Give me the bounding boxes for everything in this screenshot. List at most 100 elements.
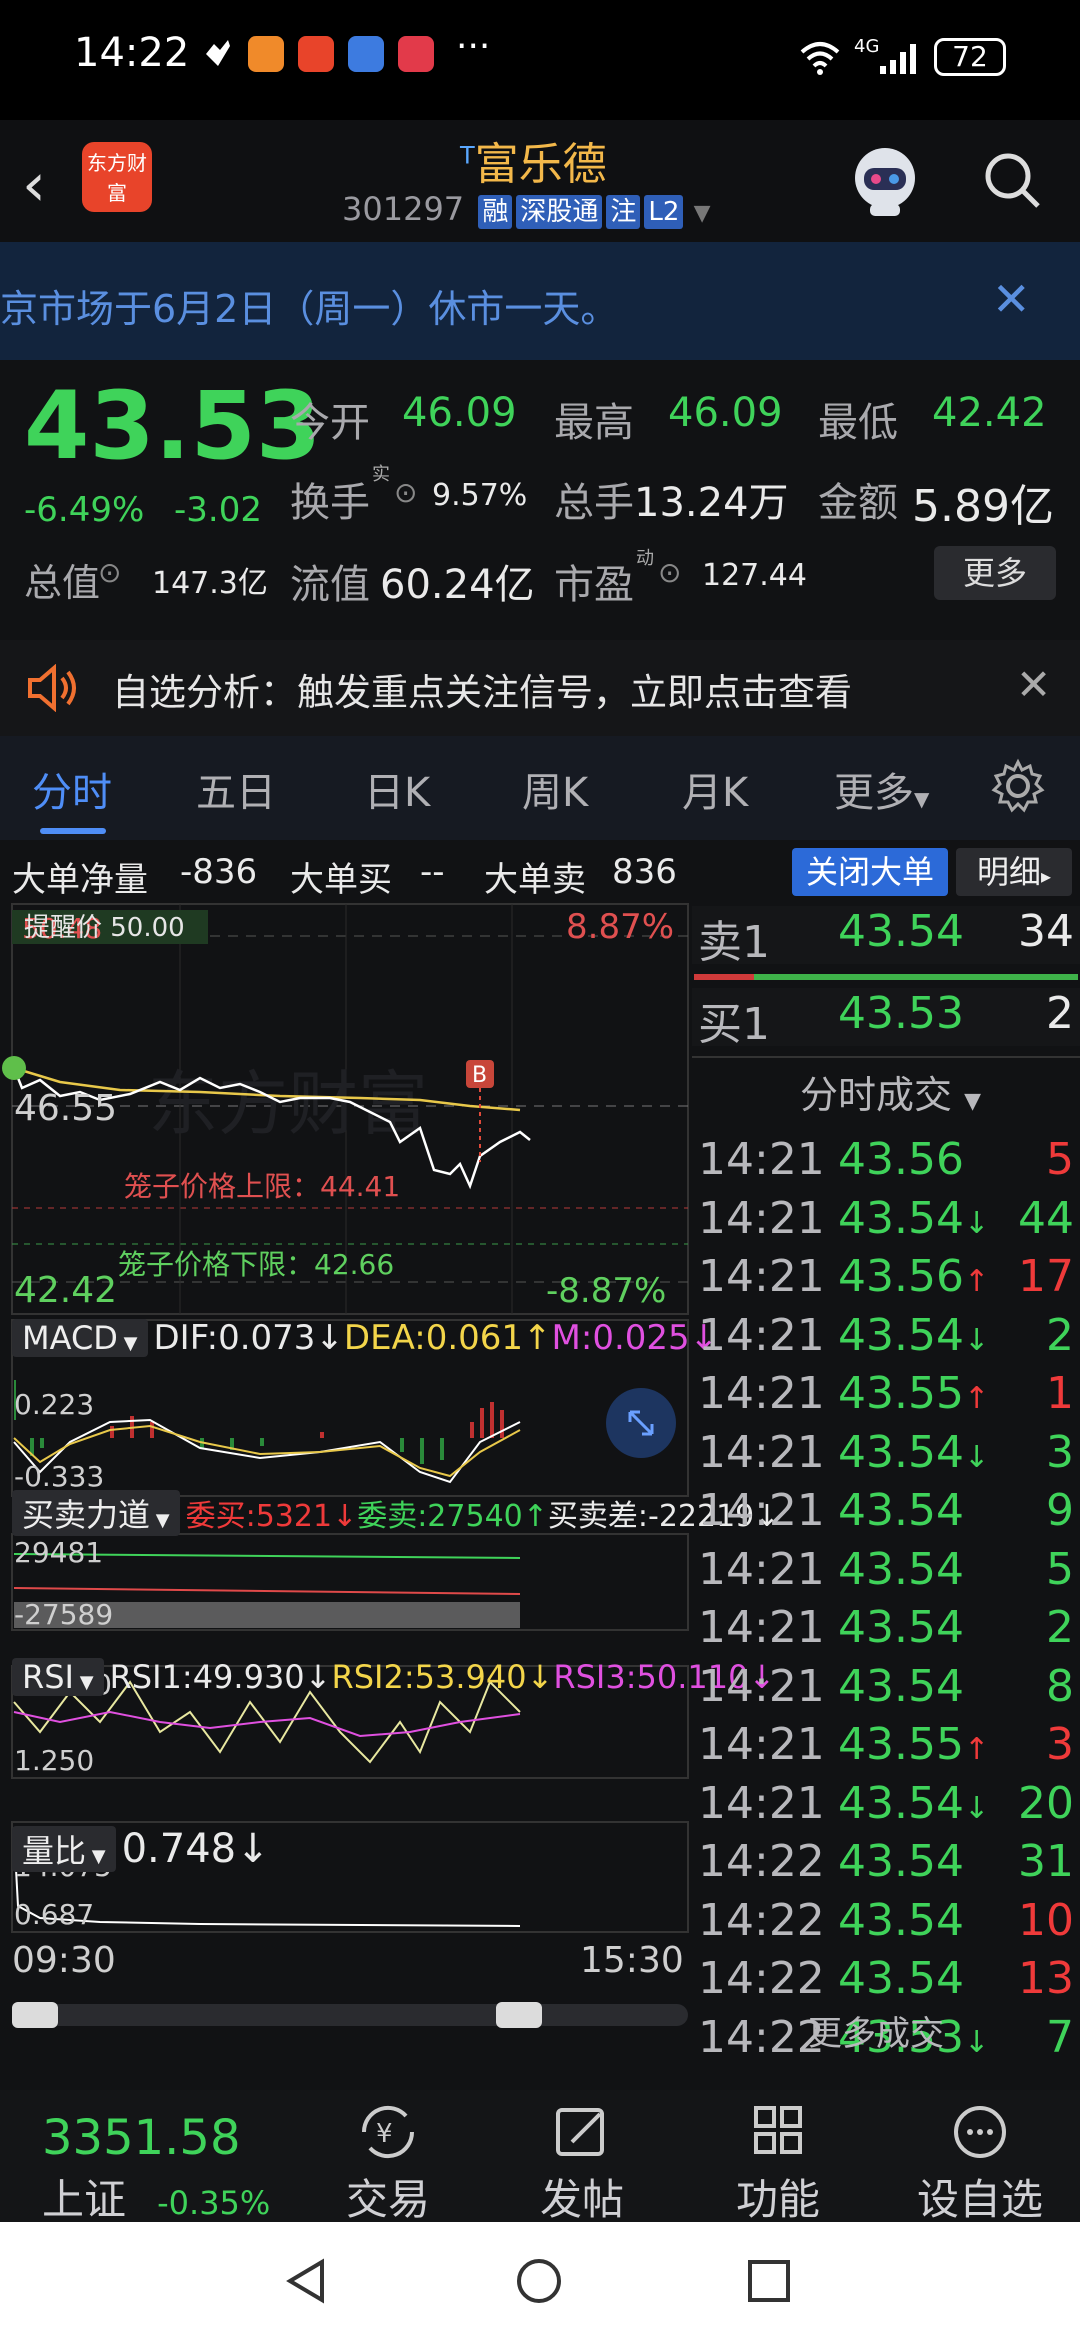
system-nav-bar — [0, 2222, 1080, 2340]
trade-row: 14:21 43.54↓ 20 — [692, 1778, 1080, 1836]
rsi2-value: RSI2:53.940 — [331, 1658, 527, 1696]
tab-more[interactable]: 更多▼ — [834, 760, 929, 818]
back-triangle-icon[interactable] — [282, 2256, 332, 2306]
more-circle-icon — [954, 2106, 1006, 2158]
power-header: 买卖力道 ▼ 委买:5321↓委卖:27540↑买卖差:-22219↓ — [12, 1490, 779, 1536]
trade-volume: 3 — [1046, 1719, 1074, 1770]
trade-time: 14:21 — [698, 1192, 825, 1244]
pe-label: 市盈 — [554, 562, 634, 608]
bid1-row[interactable]: 买1 43.53 2 — [692, 988, 1080, 1050]
index-widget[interactable]: 3351.58 上证 -0.35% — [42, 2110, 270, 2227]
close-icon[interactable]: ✕ — [1016, 660, 1051, 709]
scroll-handle-right[interactable] — [496, 2002, 542, 2028]
info-icon[interactable]: ⊙ — [394, 476, 417, 509]
trade-price: 43.54 — [838, 1485, 964, 1536]
nav-function[interactable]: 功能 — [716, 2102, 840, 2227]
detail-button[interactable]: 明细▸ — [956, 848, 1072, 896]
macd-low-label: -0.333 — [14, 1460, 104, 1493]
stock-code: 301297 — [342, 190, 465, 228]
entrust-sell-value: 委卖:27540 — [357, 1499, 523, 1534]
trade-time: 14:21 — [698, 1426, 825, 1478]
trade-price: 43.54↓ — [838, 1309, 990, 1361]
big-order-buy-label: 大单买 — [290, 860, 392, 900]
high-label: 最高 — [554, 400, 634, 446]
nav-trade[interactable]: ¥ 交易 — [326, 2102, 450, 2227]
tab-weekly-k[interactable]: 周K — [522, 760, 588, 818]
trade-time: 14:22 — [698, 1953, 825, 2004]
stock-title: T富乐德 — [460, 139, 607, 190]
nav-add-watchlist[interactable]: 设自选 — [900, 2102, 1060, 2227]
active-tab-indicator — [40, 828, 106, 834]
tab-daily-k[interactable]: 日K — [364, 760, 430, 818]
info-icon[interactable]: ⊙ — [98, 556, 121, 589]
bid-ask-ratio-bar — [694, 974, 1078, 980]
more-button[interactable]: 更多 — [934, 546, 1056, 600]
trade-row: 14:21 43.54 9 — [692, 1485, 1080, 1543]
change-amount: -3.02 — [174, 490, 262, 530]
trade-price: 43.54 — [838, 1602, 964, 1653]
trades-title[interactable]: 分时成交 ▼ — [800, 1064, 981, 1119]
trade-price: 43.54 — [838, 1836, 964, 1887]
expand-chart-button[interactable] — [606, 1388, 676, 1458]
edit-icon — [556, 2108, 604, 2156]
power-selector[interactable]: 买卖力道 ▼ — [12, 1490, 180, 1536]
trade-row: 14:21 43.56↑ 17 — [692, 1251, 1080, 1309]
status-bar: 14:22 ··· 4G 72 — [0, 0, 1080, 120]
trade-time: 14:21 — [698, 1543, 825, 1595]
trade-price: 43.54 — [838, 1953, 964, 2004]
search-icon[interactable] — [980, 148, 1044, 212]
big-order-sell-value: 836 — [612, 852, 677, 892]
robot-assistant-icon[interactable] — [840, 140, 930, 220]
ask1-row[interactable]: 卖1 43.54 34 — [692, 906, 1080, 968]
market-notice-banner[interactable]: 京市场于6月2日（周一）休市一天。 ✕ — [0, 242, 1080, 360]
volume-value: 13.24万 — [634, 480, 789, 526]
scroll-handle-left[interactable] — [12, 2002, 58, 2028]
analysis-alert-bar[interactable]: 自选分析：触发重点关注信号，立即点击查看 ✕ — [0, 640, 1080, 736]
change-pct: -6.49% — [24, 490, 145, 530]
trade-volume: 5 — [1046, 1134, 1074, 1185]
big-order-net-label: 大单净量 — [12, 860, 148, 900]
close-big-order-button[interactable]: 关闭大单 — [792, 848, 948, 896]
quote-panel: 43.53 -6.49% -3.02 今开 46.09 最高 46.09 最低 … — [0, 360, 1080, 622]
volume-ratio-selector[interactable]: 量比 ▼ — [12, 1826, 116, 1872]
back-button[interactable]: ‹ — [22, 150, 46, 220]
rsi-selector[interactable]: RSI ▼ — [12, 1658, 104, 1696]
eastmoney-logo[interactable]: 东方财富 — [82, 142, 152, 212]
tab-five-day[interactable]: 五日 — [196, 760, 276, 818]
tab-intraday[interactable]: 分时 — [32, 760, 112, 818]
trade-volume: 44 — [1018, 1192, 1074, 1244]
trade-volume: 2 — [1046, 1602, 1074, 1653]
time-scrollbar[interactable] — [12, 2004, 688, 2026]
dea-value: DEA:0.061 — [343, 1318, 524, 1358]
trade-row: 14:21 43.54 8 — [692, 1661, 1080, 1719]
trade-volume: 13 — [1018, 1953, 1074, 2004]
info-icon[interactable]: ⊙ — [658, 556, 681, 589]
home-circle-icon[interactable] — [514, 2256, 564, 2306]
m-value: M:0.025 — [551, 1318, 690, 1358]
trade-icon: ¥ — [361, 2105, 415, 2159]
amount-label: 金额 — [818, 480, 898, 526]
trade-time: 14:21 — [698, 1777, 825, 1829]
high-value: 46.09 — [668, 390, 783, 436]
stock-code-line[interactable]: 301297 融深股通注 L2 ▼ — [342, 190, 711, 229]
power-high-label: 29481 — [14, 1536, 103, 1569]
more-trades-link[interactable]: 更多成交 — [808, 2006, 944, 2055]
banner-text: 京市场于6月2日（周一）休市一天。 — [0, 287, 619, 331]
nav-post[interactable]: 发帖 — [520, 2102, 644, 2227]
open-label: 今开 — [290, 400, 370, 446]
gear-icon[interactable] — [990, 758, 1046, 814]
big-order-buy-value: -- — [420, 852, 445, 892]
trade-price: 43.56↑ — [838, 1251, 990, 1302]
battery-icon: 72 — [934, 38, 1006, 76]
remind-price-label: 提醒价 50.00 — [24, 913, 185, 943]
app-notification-icon — [298, 36, 334, 72]
time-end-label: 15:30 — [580, 1940, 684, 1981]
float-label: 流值 — [290, 562, 370, 608]
tab-monthly-k[interactable]: 月K — [682, 760, 748, 818]
market-cap-label: 总值 — [24, 561, 101, 605]
recents-square-icon[interactable] — [744, 2256, 794, 2306]
trade-price: 43.54 — [838, 1543, 964, 1595]
status-time: 14:22 — [74, 30, 190, 76]
close-icon[interactable]: ✕ — [992, 272, 1031, 326]
macd-selector[interactable]: MACD ▼ — [12, 1319, 148, 1357]
